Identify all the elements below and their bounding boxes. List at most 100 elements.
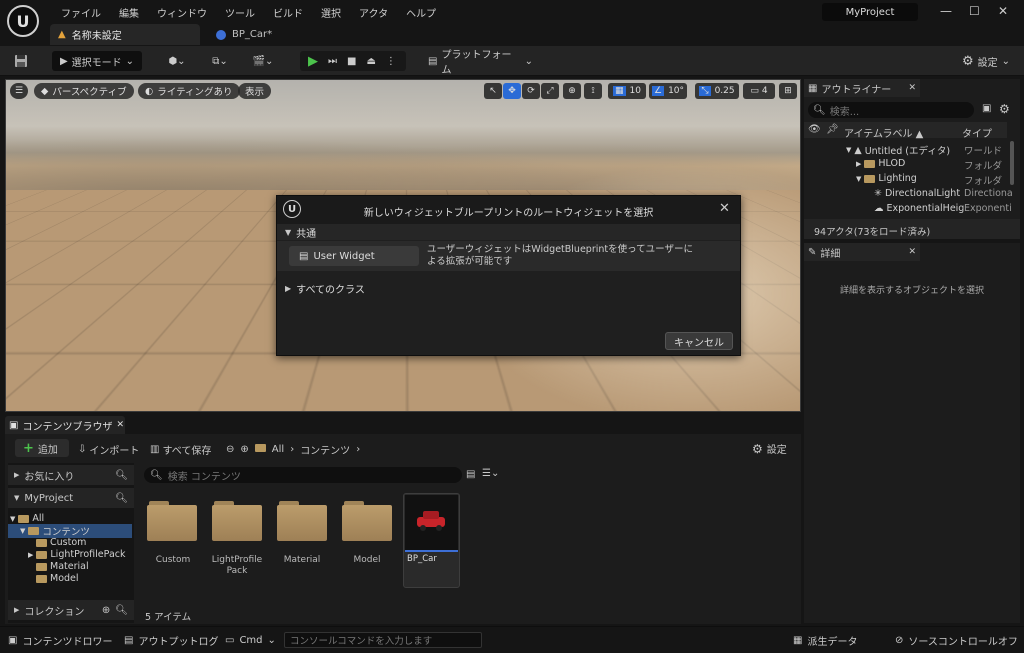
outliner-row-directionallight[interactable]: ✳ DirectionalLight <box>874 188 960 199</box>
maximize-viewport-icon[interactable]: ⊞ <box>779 83 797 99</box>
visibility-icon[interactable]: 👁︎ <box>808 124 821 135</box>
column-type[interactable]: タイプ <box>962 125 992 140</box>
content-drawer-button[interactable]: ▣ コンテンツドロワー <box>8 632 112 648</box>
tab-level[interactable]: ▲ 名称未設定 <box>50 24 200 45</box>
derived-data-button[interactable]: ▦ 派生データ <box>793 632 857 648</box>
forward-icon[interactable]: ⊕ <box>240 444 248 455</box>
eject-icon[interactable]: ⏏ <box>366 56 375 67</box>
outliner-row-world[interactable]: ▼ ▲ Untitled (エディタ) <box>846 143 950 158</box>
select-mode-icon[interactable]: ↖ <box>484 83 502 99</box>
cb-settings-button[interactable]: ⚙ 設定 <box>752 441 787 457</box>
outliner-row-hlod[interactable]: ▶ HLOD <box>856 158 905 169</box>
add-collection-icon[interactable]: ⊕ <box>102 605 110 616</box>
content-search-input[interactable]: 🔍︎ 検索 コンテンツ <box>144 467 462 483</box>
source-control-button[interactable]: ⊘ ソースコントロールオフ <box>895 632 1018 648</box>
cinematics-icon[interactable]: 🎬⌄ <box>246 51 280 71</box>
minimize-icon[interactable]: — <box>940 4 952 18</box>
tab-content-browser[interactable]: ▣ コンテンツブラウザ ✕ <box>5 416 125 434</box>
common-section-header[interactable]: ▼ 共通 <box>277 224 740 240</box>
collections-header[interactable]: ▶ コレクション ⊕ 🔍︎ <box>8 600 134 620</box>
tree-item-material[interactable]: Material <box>36 561 89 572</box>
cmd-button[interactable]: ▭ Cmd ⌄ <box>225 632 276 648</box>
perspective-button[interactable]: ◆ パースペクティブ <box>34 83 134 99</box>
breadcrumb-all[interactable]: All <box>272 444 284 455</box>
step-icon[interactable]: ⏭ <box>328 56 337 67</box>
save-search-icon[interactable]: ▤ <box>466 469 475 480</box>
tab-outliner[interactable]: ▦ アウトライナー ✕ <box>804 79 920 97</box>
camera-speed-button[interactable]: ▭ 4 <box>743 83 775 99</box>
save-all-button[interactable]: ▥ すべて保存 <box>150 442 211 457</box>
menu-help[interactable]: ヘルプ <box>397 5 445 20</box>
pin-icon[interactable]: 📌︎ <box>826 124 839 135</box>
tree-item-all[interactable]: ▼ All <box>10 513 44 524</box>
dialog-close-icon[interactable]: ✕ <box>719 201 730 216</box>
lighting-button[interactable]: ◐ ライティングあり <box>138 83 240 99</box>
menu-file[interactable]: ファイル <box>52 5 110 20</box>
scale-icon[interactable]: ⤢ <box>541 83 559 99</box>
folder-material-icon[interactable] <box>277 501 327 541</box>
import-button[interactable]: ⇩ インポート <box>78 442 139 457</box>
add-folder-icon[interactable]: ▣ <box>982 103 991 114</box>
folder-custom-icon[interactable] <box>147 501 197 541</box>
folder-model-icon[interactable] <box>342 501 392 541</box>
add-actor-icon[interactable]: ⬢⌄ <box>160 51 194 71</box>
all-classes-section-header[interactable]: ▶ すべてのクラス <box>285 281 365 296</box>
unreal-logo-icon[interactable]: U <box>7 5 39 37</box>
tree-item-model[interactable]: Model <box>36 573 79 584</box>
console-command-input[interactable]: コンソールコマンドを入力します <box>284 632 482 648</box>
save-icon[interactable] <box>10 51 32 71</box>
add-button[interactable]: + 追加 <box>15 439 69 457</box>
angle-snap-button[interactable]: ∠ 10° <box>649 83 687 99</box>
world-space-icon[interactable]: ⊕ <box>563 83 581 99</box>
folder-lightprofile-icon[interactable] <box>212 501 262 541</box>
close-tab-icon[interactable]: ✕ <box>908 247 916 257</box>
filter-icon[interactable]: ☰⌄ <box>482 468 499 479</box>
scale-snap-button[interactable]: ⤡ 0.25 <box>695 83 739 99</box>
back-icon[interactable]: ⊖ <box>226 444 234 455</box>
asset-tile-bp-car[interactable]: BP_Car <box>403 493 460 588</box>
settings-button[interactable]: ⚙ 設定 ⌄ <box>957 51 1015 71</box>
blueprint-menu-icon[interactable]: ⧉⌄ <box>203 51 237 71</box>
gear-icon[interactable]: ⚙ <box>999 102 1010 116</box>
search-icon[interactable]: 🔍︎ <box>115 605 128 616</box>
tab-bp-car[interactable]: BP_Car* <box>208 24 298 45</box>
column-item-label[interactable]: アイテムラベル ▲ <box>844 125 923 140</box>
tab-details[interactable]: ✎ 詳細 ✕ <box>804 243 920 261</box>
tree-item-content[interactable]: ▼ コンテンツ <box>8 524 132 538</box>
platform-button[interactable]: ▤ プラットフォーム ⌄ <box>428 50 533 76</box>
viewport-menu-icon[interactable]: ☰ <box>10 83 28 99</box>
cancel-button[interactable]: キャンセル <box>665 332 733 350</box>
stop-icon[interactable]: ■ <box>347 56 356 67</box>
mode-select-button[interactable]: ▶ 選択モード ⌄ <box>52 51 142 71</box>
surface-snap-icon[interactable]: ⟟ <box>584 83 602 99</box>
close-tab-icon[interactable]: ✕ <box>908 83 916 93</box>
user-widget-button[interactable]: ▤ User Widget <box>289 246 419 266</box>
grid-snap-button[interactable]: ▦ 10 <box>608 83 646 99</box>
menu-edit[interactable]: 編集 <box>110 5 148 20</box>
search-icon[interactable]: 🔍︎ <box>115 493 128 504</box>
menu-select[interactable]: 選択 <box>312 5 350 20</box>
menu-actor[interactable]: アクタ <box>350 5 397 20</box>
tree-item-lightprofile[interactable]: ▶ LightProfilePack <box>28 549 126 560</box>
outliner-row-fog[interactable]: ☁ ExponentialHeig <box>874 203 964 214</box>
menu-build[interactable]: ビルド <box>264 5 312 20</box>
close-window-icon[interactable]: ✕ <box>998 4 1008 18</box>
outliner-row-lighting[interactable]: ▼ Lighting <box>856 173 917 184</box>
search-icon[interactable]: 🔍︎ <box>115 470 128 481</box>
outliner-search-input[interactable]: 🔍︎ 検索... <box>808 102 974 118</box>
show-button[interactable]: 表示 <box>238 83 272 99</box>
breadcrumb-content[interactable]: コンテンツ <box>300 442 350 457</box>
maximize-icon[interactable]: ☐ <box>969 4 980 18</box>
play-icon[interactable]: ▶ <box>308 54 318 69</box>
more-options-icon[interactable]: ⋮ <box>386 56 396 67</box>
translate-icon[interactable]: ✥ <box>503 83 521 99</box>
project-header[interactable]: ▼ MyProject 🔍︎ <box>8 488 134 508</box>
menu-tools[interactable]: ツール <box>216 5 264 20</box>
tree-item-custom[interactable]: Custom <box>36 537 86 548</box>
favorites-header[interactable]: ▶ お気に入り 🔍︎ <box>8 465 134 485</box>
output-log-button[interactable]: ▤ アウトプットログ <box>124 632 218 648</box>
rotate-icon[interactable]: ⟳ <box>522 83 540 99</box>
close-tab-icon[interactable]: ✕ <box>116 420 124 430</box>
menu-window[interactable]: ウィンドウ <box>148 5 216 20</box>
outliner-scrollbar[interactable] <box>1010 141 1014 185</box>
